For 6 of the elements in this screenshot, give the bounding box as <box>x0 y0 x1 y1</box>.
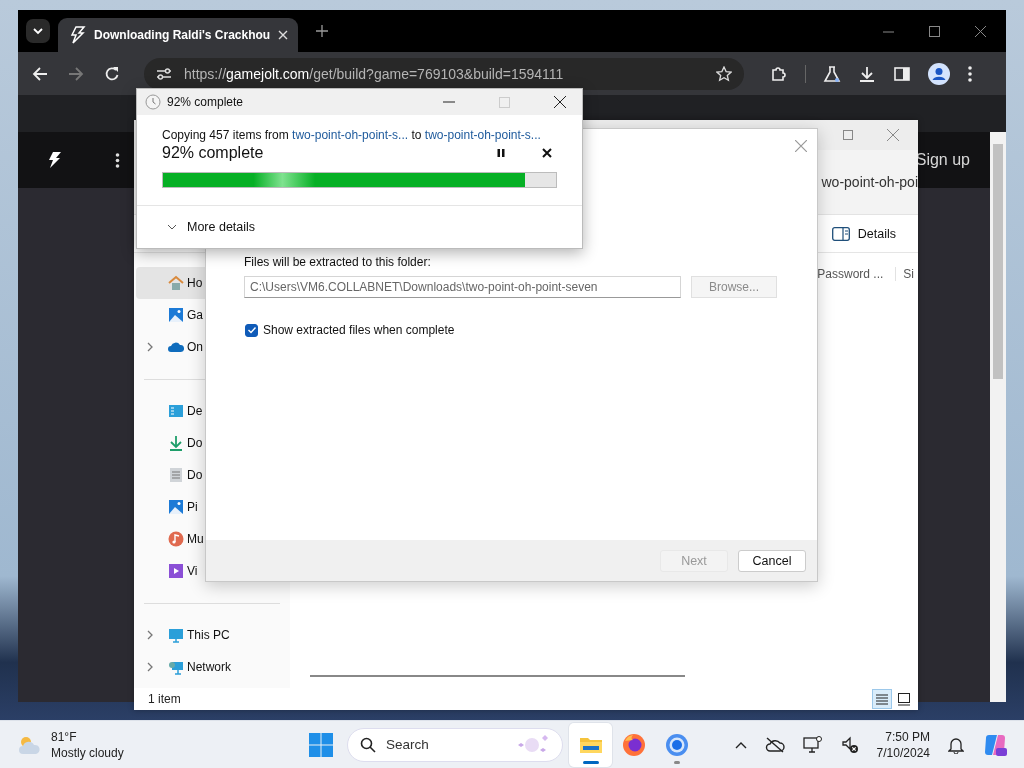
status-text: 1 item <box>148 692 181 706</box>
tab-title: Downloading Raldi's Crackhou <box>94 28 271 42</box>
folder-label: Files will be extracted to this folder: <box>244 255 432 269</box>
copy-description: Copying 457 items from two-point-oh-point-s... to two-point-oh-point-s... <box>162 128 542 142</box>
progress-status: 92% complete <box>162 144 264 162</box>
window-title: 92% complete <box>167 95 244 109</box>
